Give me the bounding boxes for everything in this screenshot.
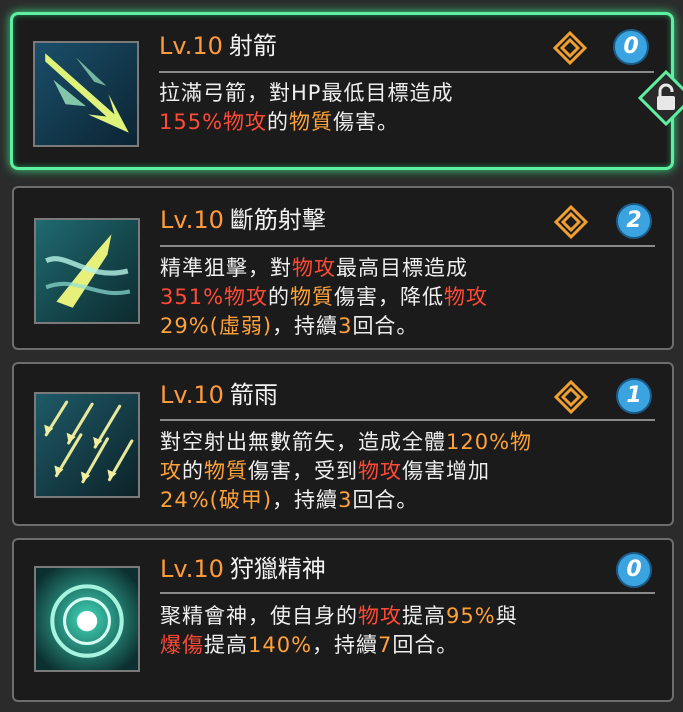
desc-segment: 物攻: [292, 256, 336, 280]
desc-segment: 7: [378, 633, 393, 657]
arrow-rain-icon: [34, 392, 140, 498]
diamond-rune-icon: [554, 205, 588, 239]
count-badge: 0: [616, 552, 652, 588]
title-divider: [160, 592, 655, 594]
desc-line: 精準狙擊，對物攻最高目標造成: [160, 254, 650, 283]
desc-segment: 的: [268, 285, 291, 309]
skill-card-arrow-rain[interactable]: Lv.10 箭雨 1 對空射出無數箭矢，造成全體120%物 攻的物質傷害，受到物攻…: [12, 362, 674, 526]
skill-level: Lv.10: [160, 206, 224, 234]
desc-segment: ，持續: [272, 488, 339, 512]
desc-line: 對空射出無數箭矢，造成全體120%物: [160, 428, 650, 457]
desc-segment: ，持續: [312, 633, 379, 657]
count-badge: 1: [616, 378, 652, 414]
desc-line: 351%物攻的物質傷害，降低物攻: [160, 283, 650, 312]
desc-segment: 回合。: [392, 633, 459, 657]
padlock-icon[interactable]: [638, 70, 683, 126]
desc-segment: 155%物攻: [159, 110, 268, 134]
desc-segment: 的: [267, 110, 290, 134]
desc-segment: 3: [338, 488, 353, 512]
skill-title: Lv.10 射箭: [159, 31, 277, 61]
skill-title: Lv.10 狩獵精神: [160, 554, 326, 584]
arrow-shot-icon: [33, 41, 139, 147]
skill-level: Lv.10: [160, 381, 224, 409]
desc-line: 24%(破甲)，持續3回合。: [160, 486, 650, 515]
skill-level: Lv.10: [159, 32, 223, 60]
skill-card-hunting-spirit[interactable]: Lv.10 狩獵精神 0 聚精會神，使自身的物攻提高95%與 爆傷提高140%，持…: [12, 538, 674, 702]
skill-level: Lv.10: [160, 555, 224, 583]
desc-segment: 傷害，受到: [248, 459, 358, 483]
count-badge: 0: [613, 29, 649, 65]
desc-line: 爆傷提高140%，持續7回合。: [160, 631, 650, 660]
skill-description: 精準狙擊，對物攻最高目標造成 351%物攻的物質傷害，降低物攻 29%(虛弱)，…: [160, 254, 650, 341]
desc-segment: 物質: [204, 459, 248, 483]
skill-description: 聚精會神，使自身的物攻提高95%與 爆傷提高140%，持續7回合。: [160, 602, 650, 660]
desc-segment: 傷害。: [333, 110, 400, 134]
skill-title: Lv.10 箭雨: [160, 380, 278, 410]
desc-segment: 聚精會神，使自身的: [160, 604, 358, 628]
skill-name: 狩獵精神: [229, 555, 326, 583]
desc-segment: 物攻: [444, 285, 489, 309]
title-divider: [160, 419, 655, 421]
desc-segment: 對空射出無數箭矢，造成全體: [160, 430, 446, 454]
desc-segment: 140%: [248, 633, 313, 657]
desc-segment: 物質: [289, 110, 334, 134]
desc-segment: 物攻: [358, 459, 402, 483]
skill-description: 拉滿弓箭，對HP最低目標造成 155%物攻的物質傷害。: [159, 79, 649, 137]
count-badge: 2: [616, 203, 652, 239]
title-divider: [159, 71, 654, 73]
desc-line: 攻的物質傷害，受到物攻傷害增加: [160, 457, 650, 486]
desc-segment: 傷害增加: [402, 459, 490, 483]
diamond-rune-icon: [554, 380, 588, 414]
skill-card-arrow-shot[interactable]: Lv.10 射箭 0 拉滿弓箭，對HP最低目標造成 155%物攻的物質傷害。: [10, 12, 674, 170]
desc-segment: 351%物攻: [160, 285, 269, 309]
desc-segment: 精準狙擊，對: [160, 256, 292, 280]
desc-line: 155%物攻的物質傷害。: [159, 108, 649, 137]
skill-name: 射箭: [228, 32, 277, 60]
desc-segment: 爆傷: [160, 633, 204, 657]
desc-segment: 24%(破甲): [160, 488, 273, 512]
desc-segment: 提高: [402, 604, 446, 628]
skill-title: Lv.10 斷筋射擊: [160, 205, 326, 235]
desc-segment: 120%物: [446, 430, 533, 454]
title-divider: [160, 245, 655, 247]
desc-segment: 回合。: [352, 314, 419, 338]
desc-segment: 95%: [446, 604, 496, 628]
desc-line: 拉滿弓箭，對HP最低目標造成: [159, 79, 649, 108]
skill-card-tendon-shot[interactable]: Lv.10 斷筋射擊 2 精準狙擊，對物攻最高目標造成 351%物攻的物質傷害，降…: [12, 186, 674, 350]
skill-name: 斷筋射擊: [229, 206, 326, 234]
desc-segment: 與: [495, 604, 518, 628]
skill-name: 箭雨: [229, 381, 278, 409]
desc-segment: 提高: [204, 633, 248, 657]
desc-segment: 的: [182, 459, 204, 483]
skill-description: 對空射出無數箭矢，造成全體120%物 攻的物質傷害，受到物攻傷害增加 24%(破…: [160, 428, 650, 515]
hunting-spirit-icon: [34, 566, 140, 672]
desc-segment: 最高目標造成: [336, 256, 468, 280]
desc-segment: 拉滿弓箭，對HP最低目標造成: [159, 81, 454, 105]
desc-segment: 攻: [160, 459, 182, 483]
desc-segment: 物質: [290, 285, 335, 309]
tendon-shot-icon: [34, 218, 140, 324]
desc-segment: ，持續: [272, 314, 339, 338]
desc-line: 29%(虛弱)，持續3回合。: [160, 312, 650, 341]
desc-line: 聚精會神，使自身的物攻提高95%與: [160, 602, 650, 631]
desc-segment: 回合。: [352, 488, 419, 512]
diamond-rune-icon: [553, 31, 587, 65]
desc-segment: 物攻: [358, 604, 402, 628]
desc-segment: 傷害，降低: [334, 285, 445, 309]
desc-segment: 3: [338, 314, 353, 338]
desc-segment: 29%(虛弱): [160, 314, 273, 338]
